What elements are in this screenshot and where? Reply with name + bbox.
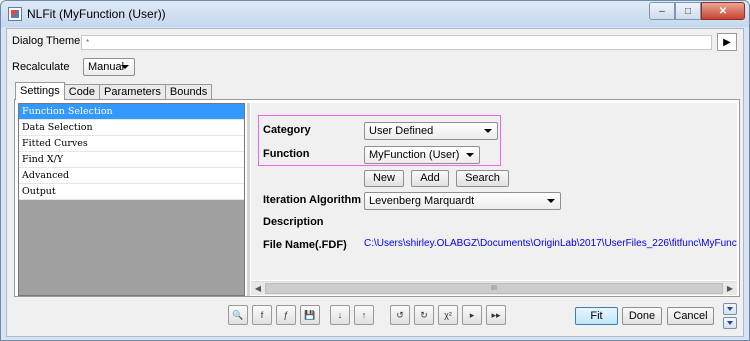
one-iteration-icon[interactable]: ▸ [462, 305, 482, 325]
new-button[interactable]: New [364, 170, 404, 187]
undo-fit-icon[interactable]: ↺ [390, 305, 410, 325]
tree-item-advanced[interactable]: Advanced [19, 168, 244, 184]
function-select[interactable]: MyFunction (User) [364, 146, 480, 164]
recalculate-label: Recalculate [12, 61, 70, 73]
close-button[interactable]: ✕ [701, 2, 745, 20]
nlfit-dialog-window: NLFit (MyFunction (User)) – □ ✕ Dialog T… [0, 0, 750, 341]
sort-ascending-icon[interactable]: ↓ [330, 305, 350, 325]
scrollbar-thumb[interactable]: III [265, 283, 723, 294]
save-icon[interactable]: 💾 [300, 305, 320, 325]
chevron-down-icon [484, 129, 492, 133]
fdf-file-path: C:\Users\shirley.OLABGZ\Documents\Origin… [364, 238, 737, 249]
scroll-left-icon[interactable]: ◀ [251, 282, 265, 296]
tab-parameters[interactable]: Parameters [99, 84, 166, 100]
iteration-algorithm-value: Levenberg Marquardt [369, 195, 475, 207]
chi-square-icon[interactable]: χ² [438, 305, 458, 325]
function-selection-settings: Category User Defined Function MyFunctio… [251, 103, 737, 280]
category-select[interactable]: User Defined [364, 122, 498, 140]
chevron-down-icon [466, 153, 474, 157]
settings-panel: Function Selection Data Selection Fitted… [14, 99, 740, 297]
category-value: User Defined [369, 125, 434, 137]
tab-bounds[interactable]: Bounds [164, 84, 213, 100]
title-bar[interactable]: NLFit (MyFunction (User)) – □ ✕ [1, 1, 749, 27]
category-label: Category [263, 124, 311, 136]
recalculate-select[interactable]: Manual [83, 58, 135, 76]
dialog-theme-input[interactable]: * [81, 35, 712, 50]
fit-parameter-icon[interactable]: f [252, 305, 272, 325]
tab-code[interactable]: Code [63, 84, 101, 100]
fit-preview-icon[interactable]: 🔍 [228, 305, 248, 325]
iteration-algorithm-label: Iteration Algorithm [263, 194, 361, 206]
app-icon [8, 7, 22, 21]
tree-item-output[interactable]: Output [19, 184, 244, 200]
minimize-button[interactable]: – [649, 2, 675, 20]
tree-item-data-selection[interactable]: Data Selection [19, 120, 244, 136]
recalculate-value: Manual [88, 61, 125, 73]
settings-tree[interactable]: Function Selection Data Selection Fitted… [18, 103, 245, 296]
scroll-right-icon[interactable]: ▶ [723, 282, 737, 296]
fit-till-converge-icon[interactable]: ▸▸ [486, 305, 506, 325]
search-button[interactable]: Search [456, 170, 509, 187]
add-button[interactable]: Add [411, 170, 449, 187]
chevron-down-icon [547, 199, 555, 203]
tree-item-fitted-curves[interactable]: Fitted Curves [19, 136, 244, 152]
tab-bar: Settings Code Parameters Bounds [15, 82, 213, 100]
dialog-theme-menu-button[interactable]: ▶ [717, 33, 737, 51]
iteration-algorithm-select[interactable]: Levenberg Marquardt [364, 192, 561, 210]
tree-item-find-xy[interactable]: Find X/Y [19, 152, 244, 168]
window-title: NLFit (MyFunction (User)) [27, 7, 166, 21]
horizontal-scrollbar[interactable]: ◀ III ▶ [251, 281, 737, 295]
function-label: Function [263, 148, 310, 160]
tree-item-function-selection[interactable]: Function Selection [19, 104, 244, 120]
done-button[interactable]: Done [622, 307, 662, 325]
tab-settings[interactable]: Settings [15, 82, 65, 100]
cancel-button[interactable]: Cancel [667, 307, 714, 325]
fdf-file-icon[interactable]: ƒ [276, 305, 296, 325]
function-value: MyFunction (User) [369, 149, 460, 161]
collapse-dialog-button[interactable] [723, 303, 737, 315]
dialog-theme-label: Dialog Theme [12, 35, 81, 47]
fit-button[interactable]: Fit [575, 307, 618, 325]
maximize-button[interactable]: □ [675, 2, 701, 20]
dialog-client-area: Dialog Theme * ▶ Recalculate Manual Sett… [6, 28, 744, 337]
expand-dialog-button[interactable] [723, 317, 737, 329]
sort-descending-icon[interactable]: ↑ [354, 305, 374, 325]
panel-splitter[interactable] [247, 103, 250, 296]
chevron-down-icon [121, 65, 129, 69]
description-label: Description [263, 216, 324, 228]
redo-fit-icon[interactable]: ↻ [414, 305, 434, 325]
file-name-label: File Name(.FDF) [263, 239, 347, 251]
